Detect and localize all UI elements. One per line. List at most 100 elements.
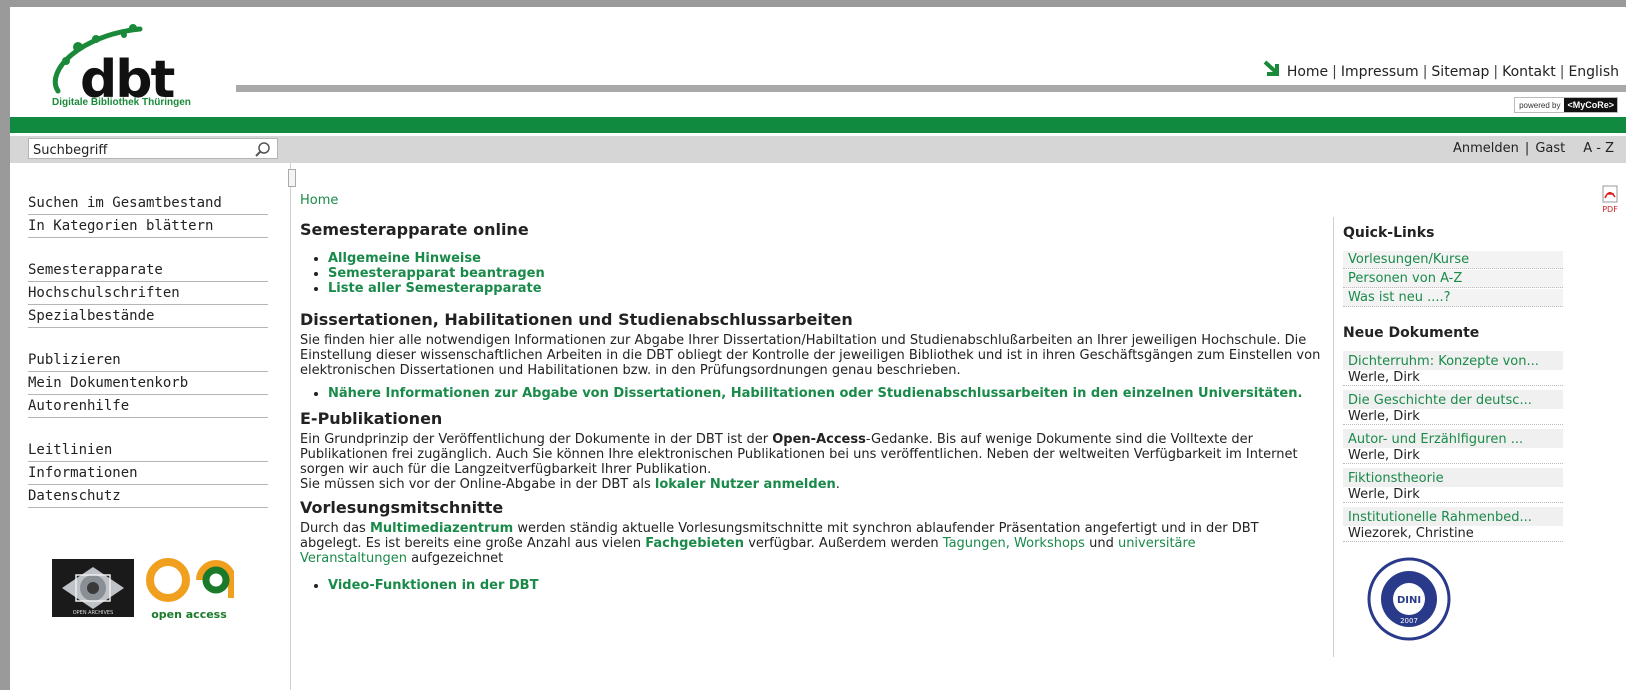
page-frame: dbt Digitale Bibliothek Thüringen Home | I… bbox=[10, 7, 1626, 690]
content-splitter bbox=[290, 163, 291, 690]
collapse-handle[interactable] bbox=[288, 169, 296, 187]
nav-impressum[interactable]: Impressum bbox=[1341, 64, 1419, 80]
breadcrumb[interactable]: Home bbox=[300, 193, 1340, 208]
nav-item-semesterapparate[interactable]: Semesterapparate bbox=[28, 260, 268, 282]
top-navigation: Home | Impressum | Sitemap | Kontakt | English bbox=[1263, 60, 1619, 80]
link-naehere-informationen[interactable]: Nähere Informationen zur Abgabe von Diss… bbox=[328, 386, 1302, 401]
nav-group-publish: Publizieren Mein Dokumentenkorb Autorenh… bbox=[28, 350, 268, 418]
link-liste-semesterapparate[interactable]: Liste aller Semesterapparate bbox=[328, 281, 542, 296]
doc-author: Werle, Dirk bbox=[1343, 487, 1563, 503]
nav-item-datenschutz[interactable]: Datenschutz bbox=[28, 486, 268, 508]
nav-home[interactable]: Home bbox=[1287, 64, 1328, 80]
nav-group-search: Suchen im Gesamtbestand In Kategorien bl… bbox=[28, 193, 268, 238]
guest-label: Gast bbox=[1535, 141, 1566, 156]
nav-english[interactable]: English bbox=[1568, 64, 1619, 80]
nav-item-dokumentenkorb[interactable]: Mein Dokumentenkorb bbox=[28, 373, 268, 395]
link-semesterapparat-beantragen[interactable]: Semesterapparat beantragen bbox=[328, 266, 545, 281]
doc-author: Werle, Dirk bbox=[1343, 370, 1563, 386]
doc-title[interactable]: Fiktionstheorie bbox=[1343, 468, 1563, 487]
nav-item-hochschulschriften[interactable]: Hochschulschriften bbox=[28, 283, 268, 305]
svg-text:OPEN ARCHIVES: OPEN ARCHIVES bbox=[73, 610, 114, 616]
toolbar: Anmelden|GastA - Z bbox=[10, 136, 1626, 163]
list-item: Nähere Informationen zur Abgabe von Diss… bbox=[328, 386, 1340, 401]
doc-title[interactable]: Institutionelle Rahmenbed... bbox=[1343, 507, 1563, 526]
section-title-vorlesungsmitschnitte: Vorlesungsmitschnitte bbox=[300, 498, 504, 517]
epublikationen-text: Ein Grundprinzip der Veröffentlichung de… bbox=[300, 432, 1298, 492]
list-item: Institutionelle Rahmenbed... Wiezorek, Ch… bbox=[1343, 507, 1563, 542]
nav-sitemap[interactable]: Sitemap bbox=[1431, 64, 1489, 80]
az-link[interactable]: A - Z bbox=[1583, 141, 1614, 156]
link-lokaler-nutzer[interactable]: lokaler Nutzer anmelden bbox=[655, 477, 836, 492]
svg-text:DINI: DINI bbox=[1397, 595, 1421, 606]
list-item: Allgemeine Hinweise bbox=[328, 251, 1340, 266]
user-bar: Anmelden | Gast A - Z bbox=[1453, 141, 1614, 156]
nav-item-informationen[interactable]: Informationen bbox=[28, 463, 268, 485]
quick-link-personen[interactable]: Personen von A-Z bbox=[1343, 270, 1563, 288]
powered-by-label: powered by bbox=[1515, 100, 1565, 110]
svg-text:open access: open access bbox=[151, 608, 227, 621]
nav-item-leitlinien[interactable]: Leitlinien bbox=[28, 440, 268, 462]
quick-link-vorlesungen[interactable]: Vorlesungen/Kurse bbox=[1343, 251, 1563, 269]
link-tagungen[interactable]: Tagungen, Workshops bbox=[943, 536, 1085, 551]
brand-bar bbox=[10, 117, 1626, 133]
pdf-label: PDF bbox=[1602, 205, 1618, 214]
nav-item-gesamtbestand[interactable]: Suchen im Gesamtbestand bbox=[28, 193, 268, 215]
vorlesungsmitschnitte-text: Durch das Multimediazentrum werden ständ… bbox=[300, 521, 1259, 566]
nav-item-autorenhilfe[interactable]: Autorenhilfe bbox=[28, 396, 268, 418]
pdf-icon bbox=[1602, 185, 1618, 203]
list-item: Semesterapparat beantragen bbox=[328, 266, 1340, 281]
doc-title[interactable]: Die Geschichte der deutsc... bbox=[1343, 390, 1563, 409]
search-input[interactable] bbox=[29, 140, 247, 161]
search-box bbox=[28, 138, 278, 161]
nav-item-kategorien[interactable]: In Kategorien blättern bbox=[28, 216, 268, 238]
doc-author: Werle, Dirk bbox=[1343, 448, 1563, 464]
doc-title[interactable]: Autor- und Erzählfiguren ... bbox=[1343, 429, 1563, 448]
section-title-epublikationen: E-Publikationen bbox=[300, 409, 443, 428]
new-documents-title: Neue Dokumente bbox=[1343, 325, 1480, 341]
quick-links-title: Quick-Links bbox=[1343, 225, 1435, 241]
header-divider bbox=[236, 85, 1626, 92]
list-item: Die Geschichte der deutsc... Werle, Dirk bbox=[1343, 390, 1563, 425]
open-access-logo[interactable]: open access bbox=[144, 555, 234, 621]
quick-link-neu[interactable]: Was ist neu ....? bbox=[1343, 289, 1563, 307]
right-splitter bbox=[1333, 217, 1334, 657]
search-icon[interactable] bbox=[254, 141, 272, 159]
link-multimediazentrum[interactable]: Multimediazentrum bbox=[370, 521, 513, 536]
nav-item-publizieren[interactable]: Publizieren bbox=[28, 350, 268, 372]
vorlesungsmitschnitte-list: Video-Funktionen in der DBT bbox=[300, 578, 1340, 593]
new-documents-list: Dichterruhm: Konzepte von... Werle, Dirk … bbox=[1343, 351, 1563, 542]
doc-title[interactable]: Dichterruhm: Konzepte von... bbox=[1343, 351, 1563, 370]
open-archives-logo[interactable]: OPEN ARCHIVES bbox=[52, 559, 134, 617]
list-item: Video-Funktionen in der DBT bbox=[328, 578, 1340, 593]
list-item: Liste aller Semesterapparate bbox=[328, 281, 1340, 296]
right-sidebar: Quick-Links Vorlesungen/Kurse Personen v… bbox=[1343, 225, 1563, 546]
arrow-down-right-icon bbox=[1263, 60, 1279, 76]
doc-author: Wiezorek, Christine bbox=[1343, 526, 1563, 542]
nav-kontakt[interactable]: Kontakt bbox=[1502, 64, 1556, 80]
semesterapparate-list: Allgemeine Hinweise Semesterapparat bean… bbox=[300, 251, 1340, 296]
login-link[interactable]: Anmelden bbox=[1453, 141, 1519, 156]
dissertationen-list: Nähere Informationen zur Abgabe von Diss… bbox=[300, 386, 1340, 401]
link-fachgebieten[interactable]: Fachgebieten bbox=[645, 536, 744, 551]
header: dbt Digitale Bibliothek Thüringen Home | I… bbox=[10, 7, 1626, 117]
pdf-export[interactable]: PDF bbox=[1602, 185, 1618, 214]
powered-by-badge[interactable]: powered by <MyCoRe> bbox=[1514, 97, 1618, 113]
section-title-dissertationen: Dissertationen, Habilitationen und Studi… bbox=[300, 310, 853, 329]
left-navigation: Suchen im Gesamtbestand In Kategorien bl… bbox=[28, 193, 268, 530]
logo-subtitle: Digitale Bibliothek Thüringen bbox=[52, 97, 191, 108]
nav-group-info: Leitlinien Informationen Datenschutz bbox=[28, 440, 268, 508]
list-item: Autor- und Erzählfiguren ... Werle, Dirk bbox=[1343, 429, 1563, 464]
svg-text:2007: 2007 bbox=[1400, 617, 1418, 625]
link-allgemeine-hinweise[interactable]: Allgemeine Hinweise bbox=[328, 251, 481, 266]
list-item: Fiktionstheorie Werle, Dirk bbox=[1343, 468, 1563, 503]
nav-group-collections: Semesterapparate Hochschulschriften Spez… bbox=[28, 260, 268, 328]
list-item: Dichterruhm: Konzepte von... Werle, Dirk bbox=[1343, 351, 1563, 386]
nav-item-spezialbestaende[interactable]: Spezialbestände bbox=[28, 306, 268, 328]
quick-links: Vorlesungen/Kurse Personen von A-Z Was i… bbox=[1343, 251, 1563, 307]
link-video-funktionen[interactable]: Video-Funktionen in der DBT bbox=[328, 578, 538, 593]
mycore-brand: <MyCoRe> bbox=[1564, 98, 1617, 112]
main-content: Home Semesterapparate online Allgemeine … bbox=[300, 193, 1340, 593]
doc-author: Werle, Dirk bbox=[1343, 409, 1563, 425]
section-title-semesterapparate: Semesterapparate online bbox=[300, 220, 529, 239]
dini-certificate-seal[interactable]: DINI 2007 bbox=[1367, 557, 1451, 641]
